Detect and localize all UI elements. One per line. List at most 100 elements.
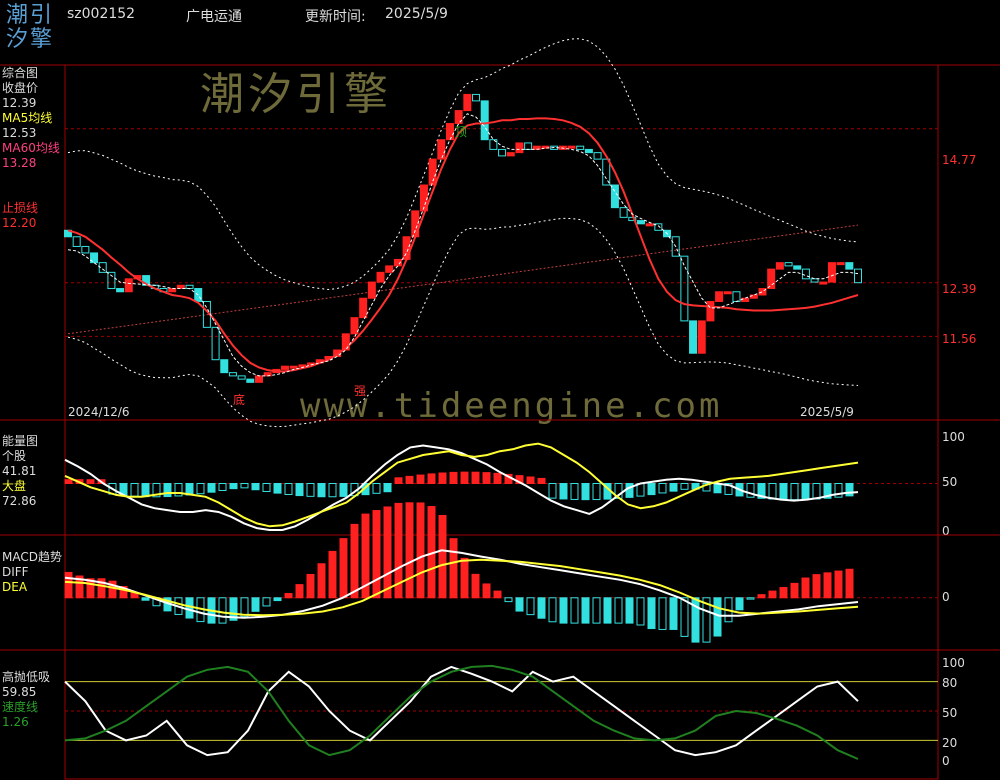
macd-bar-35 [449, 538, 458, 599]
candle-34 [359, 297, 368, 319]
macd-bar-14 [218, 597, 227, 624]
candle-5 [107, 271, 116, 290]
candle-2 [81, 245, 90, 254]
macd-bar-37 [471, 573, 480, 599]
energy-bar-13 [207, 483, 216, 493]
energy-bar-24 [328, 483, 337, 498]
energy-bar-51 [625, 483, 634, 498]
candle-66 [636, 220, 645, 225]
energy-bar-48 [592, 483, 601, 501]
macd-bar-34 [438, 514, 447, 599]
macd-bar-48 [592, 597, 601, 624]
energy-bar-29 [383, 483, 392, 493]
candle-74 [706, 300, 715, 322]
macd-bar-26 [350, 523, 359, 599]
energy-bar-18 [262, 483, 271, 493]
macd-bar-39 [493, 590, 502, 599]
candle-58 [567, 145, 576, 149]
candle-59 [576, 145, 585, 150]
energy-bar-17 [251, 483, 260, 491]
energy-bar-42 [526, 476, 535, 484]
energy-bar-36 [460, 471, 469, 485]
energy-bar-56 [680, 483, 689, 490]
mark-top: 顶 [455, 125, 467, 139]
candle-52 [515, 142, 524, 154]
candle-77 [732, 291, 741, 302]
macd-bar-50 [614, 597, 623, 624]
chart-canvas: 顶 底 强 [0, 38, 1000, 780]
macd-bar-47 [581, 597, 590, 624]
energy-bar-20 [284, 483, 293, 495]
macd-bar-28 [372, 510, 381, 599]
macd-bar-55 [669, 597, 678, 630]
energy-bar-2 [86, 479, 95, 485]
candle-46 [463, 93, 472, 112]
candle-85 [801, 268, 810, 280]
candle-7 [124, 278, 133, 293]
macd-bar-7 [141, 597, 150, 601]
energy-bar-12 [196, 483, 205, 495]
macd-bar-62 [746, 597, 755, 600]
energy-bar-30 [394, 477, 403, 484]
macd-bar-52 [636, 597, 645, 626]
candle-25 [281, 365, 290, 370]
candle-35 [367, 281, 376, 299]
energy-bar-39 [493, 472, 502, 485]
macd-bar-40 [504, 597, 513, 603]
macd-bar-44 [548, 597, 557, 623]
macd-bar-49 [603, 597, 612, 624]
candle-47 [472, 93, 481, 102]
candle-37 [385, 265, 394, 273]
macd-bar-22 [306, 573, 315, 599]
candle-72 [689, 320, 698, 354]
kdj-frame [64, 649, 939, 780]
candle-20 [237, 375, 246, 380]
energy-bar-67 [801, 483, 810, 500]
energy-bar-14 [218, 483, 227, 491]
candle-60 [584, 148, 593, 154]
candle-19 [228, 372, 237, 377]
candle-62 [602, 158, 611, 186]
macd-bar-0 [64, 571, 73, 599]
candle-71 [680, 255, 689, 322]
macd-bar-63 [757, 594, 766, 599]
candle-86 [810, 278, 819, 283]
energy-bar-47 [581, 483, 590, 501]
candle-76 [723, 291, 732, 295]
macd-bar-24 [328, 550, 337, 599]
energy-bar-23 [317, 483, 326, 498]
energy-panel [64, 442, 938, 531]
candle-64 [619, 207, 628, 218]
energy-bar-46 [570, 483, 579, 500]
macd-bar-31 [405, 502, 414, 599]
macd-bar-18 [262, 597, 271, 607]
macd-bar-65 [779, 587, 788, 599]
energy-bar-54 [658, 483, 667, 494]
energy-bar-43 [537, 477, 546, 485]
energy-bar-55 [669, 483, 678, 492]
energy-bar-15 [229, 483, 238, 490]
macd-bar-20 [284, 593, 293, 599]
energy-bar-66 [790, 483, 799, 501]
candle-6 [116, 288, 125, 293]
energy-bar-6 [130, 483, 139, 497]
energy-bar-65 [779, 483, 788, 501]
macd-bar-71 [845, 568, 854, 599]
macd-bar-43 [537, 597, 546, 619]
energy-bar-32 [416, 474, 425, 484]
candle-91 [854, 268, 862, 284]
mark-strong: 强 [354, 384, 366, 398]
candle-89 [836, 262, 845, 266]
macd-bar-67 [801, 577, 810, 599]
candle-63 [610, 184, 619, 209]
macd-bar-66 [790, 582, 799, 599]
macd-bar-21 [295, 584, 304, 599]
candle-43 [437, 139, 446, 160]
energy-bar-53 [647, 483, 656, 496]
energy-bar-34 [438, 472, 447, 484]
energy-bar-64 [768, 483, 777, 500]
stock-chart-screen: 潮引 汐擎 sz002152 广电运通 更新时间: 2025/5/9 潮汐引擎 … [0, 0, 1000, 780]
candle-61 [593, 152, 602, 160]
energy-bar-45 [559, 483, 568, 500]
kdj-panel [64, 664, 938, 760]
